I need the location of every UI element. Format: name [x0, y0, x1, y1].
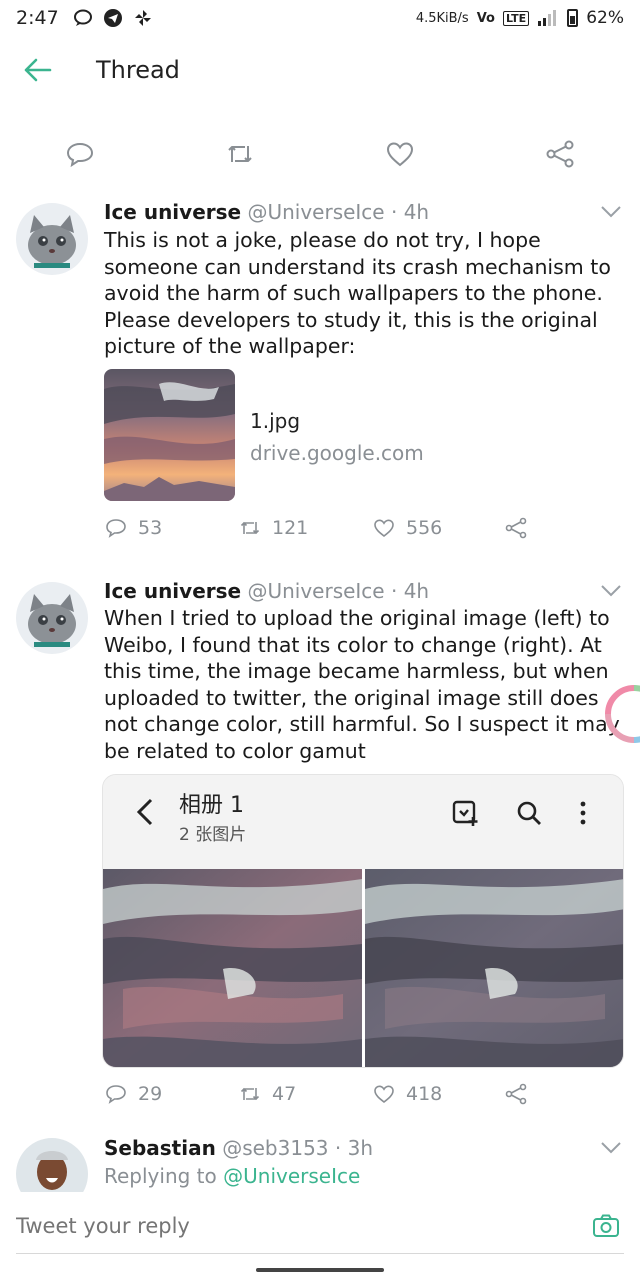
camera-icon[interactable]: [592, 1212, 620, 1240]
replying-to-handle[interactable]: @UniverseIce: [223, 1164, 360, 1188]
tweet-time: · 3h: [334, 1136, 374, 1160]
author-name[interactable]: Sebastian: [104, 1136, 216, 1160]
avatar[interactable]: [16, 1138, 88, 1192]
reply-composer: [16, 1210, 624, 1254]
tweet-header: Sebastian @seb3153 · 3h: [104, 1136, 373, 1160]
tweet-3[interactable]: Sebastian @seb3153 · 3h Replying to @Uni…: [0, 0, 640, 1192]
person-avatar-image: [16, 1138, 88, 1192]
home-indicator[interactable]: [256, 1268, 384, 1272]
author-handle[interactable]: @seb3153: [222, 1136, 328, 1160]
replying-to: Replying to @UniverseIce: [104, 1164, 360, 1188]
chevron-down-icon[interactable]: [600, 1141, 622, 1155]
replying-to-label: Replying to: [104, 1164, 217, 1188]
reply-input[interactable]: [16, 1214, 556, 1238]
